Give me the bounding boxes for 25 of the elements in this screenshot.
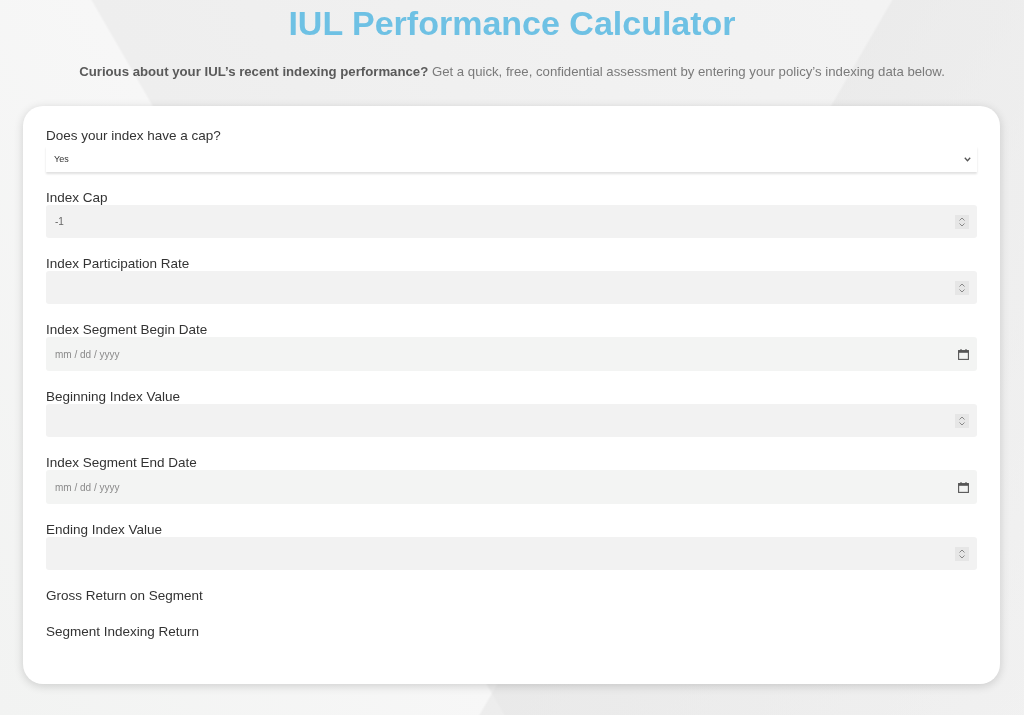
date-field[interactable]: mm / dd / yyyy	[46, 337, 977, 371]
field-label: Index Segment Begin Date	[46, 322, 208, 338]
field-label: Beginning Index Value	[46, 389, 181, 405]
field-label: Does your index have a cap?	[46, 128, 221, 144]
result-label: Gross Return on Segment	[46, 588, 203, 604]
select-field[interactable]: Yes	[46, 146, 977, 172]
number-field[interactable]: -1	[46, 205, 977, 238]
page-title: IUL Performance Calculator	[288, 3, 736, 43]
number-field[interactable]	[46, 537, 977, 570]
calendar-icon	[958, 348, 969, 360]
calendar-icon	[958, 481, 969, 493]
number-field[interactable]	[46, 404, 977, 437]
spinner-icon	[955, 214, 969, 229]
spinner-icon	[955, 413, 969, 428]
date-field[interactable]: mm / dd / yyyy	[46, 470, 977, 504]
field-label: Index Cap	[46, 190, 108, 206]
chevron-down-icon	[964, 156, 971, 162]
spinner-icon	[955, 546, 969, 561]
number-field[interactable]	[46, 271, 977, 304]
field-label: Index Participation Rate	[46, 256, 190, 272]
field-label: Index Segment End Date	[46, 455, 197, 471]
result-label: Segment Indexing Return	[46, 624, 200, 640]
field-label: Ending Index Value	[46, 522, 163, 538]
spinner-icon	[955, 280, 969, 295]
intro-text: Curious about your IUL’s recent indexing performance? Get a quick, free, confidential assessment by entering your policy’s indexing data below.	[79, 64, 945, 79]
